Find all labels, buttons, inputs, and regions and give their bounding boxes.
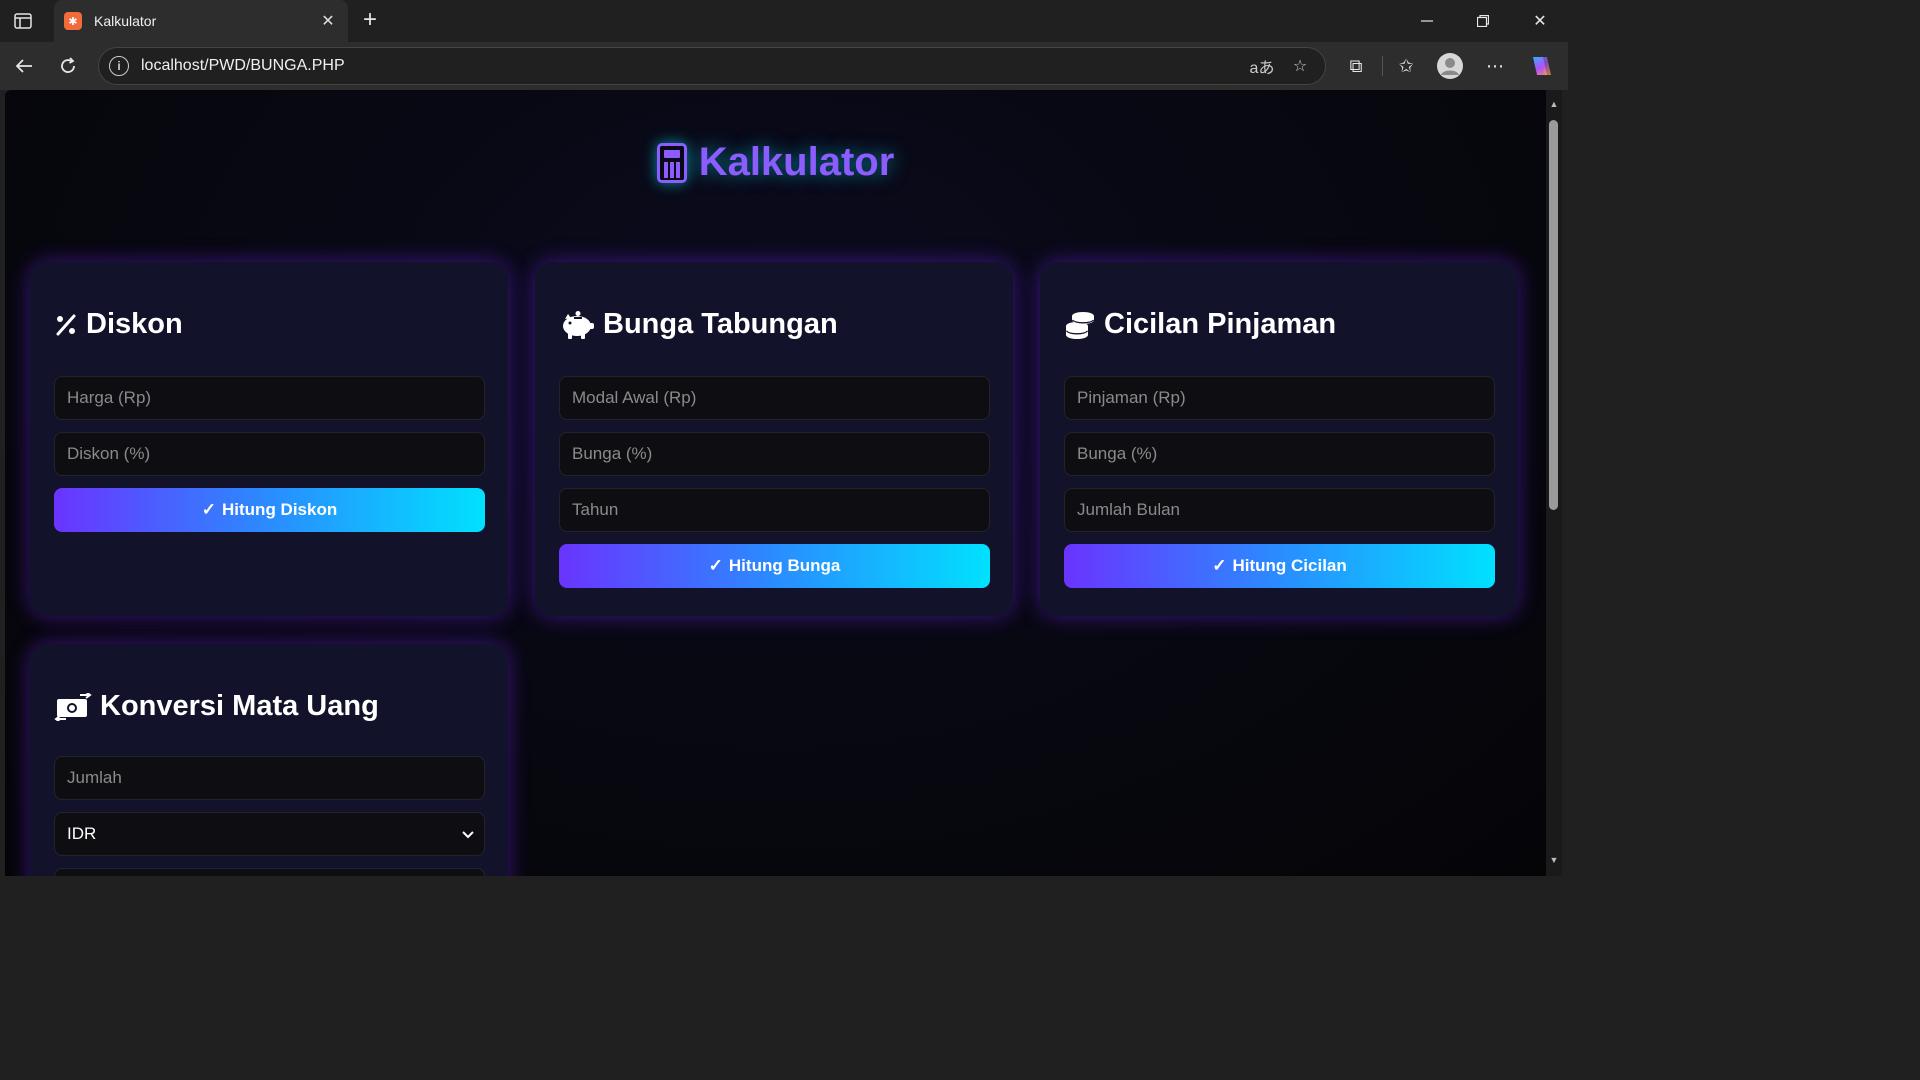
xampp-favicon-icon: ✱ — [64, 12, 82, 30]
piggy-bank-icon — [559, 310, 595, 339]
bunga-pinjaman-input[interactable]: Bunga (%) — [1064, 432, 1495, 476]
extensions-icon[interactable]: ⧉ — [1342, 52, 1370, 80]
tab-bar: ✱ Kalkulator ✕ + ✕ — [0, 0, 1568, 42]
minimize-icon[interactable] — [1403, 0, 1451, 42]
url-text[interactable]: localhost/PWD/BUNGA.PHP — [141, 57, 1249, 75]
pinjaman-input[interactable]: Pinjaman (Rp) — [1064, 376, 1495, 420]
card-diskon-title: Diskon — [54, 308, 183, 341]
card-cicilan-title: Cicilan Pinjaman — [1064, 308, 1336, 341]
favorites-icon[interactable]: ✩ — [1392, 52, 1420, 80]
card-bunga-tabungan: Bunga Tabungan Modal Awal (Rp) Bunga (%)… — [535, 262, 1013, 616]
scroll-thumb[interactable] — [1549, 120, 1558, 510]
money-exchange-icon — [54, 692, 92, 721]
restore-icon[interactable] — [1459, 0, 1507, 42]
check-icon: ✓ — [1212, 556, 1227, 575]
translate-icon[interactable]: aあ — [1249, 53, 1275, 79]
jumlah-bulan-input[interactable]: Jumlah Bulan — [1064, 488, 1495, 532]
card-diskon: Diskon Harga (Rp) Diskon (%) ✓ Hitung Di… — [30, 262, 508, 616]
page-scrollbar[interactable]: ▲ ▼ — [1546, 90, 1562, 876]
toolbar-divider — [1382, 56, 1383, 76]
harga-input[interactable]: Harga (Rp) — [54, 376, 485, 420]
reload-icon[interactable] — [54, 52, 82, 80]
tahun-input[interactable]: Tahun — [559, 488, 990, 532]
percent-icon — [54, 313, 78, 337]
hitung-bunga-button[interactable]: ✓ Hitung Bunga — [559, 544, 990, 588]
sidebar-toggle-icon[interactable] — [12, 10, 34, 32]
browser-toolbar: i localhost/PWD/BUNGA.PHP aあ ☆ ⧉ ✩ ⋯ — [0, 42, 1568, 90]
address-bar[interactable]: i localhost/PWD/BUNGA.PHP aあ ☆ — [98, 47, 1326, 85]
card-konversi-mata-uang: Konversi Mata Uang Jumlah IDR — [30, 644, 508, 876]
back-arrow-icon[interactable] — [10, 52, 38, 80]
chevron-down-icon — [462, 826, 474, 842]
page-title-text: Kalkulator — [698, 140, 895, 184]
card-konversi-title: Konversi Mata Uang — [54, 690, 379, 723]
scroll-down-icon[interactable]: ▼ — [1548, 854, 1560, 866]
check-icon: ✓ — [708, 556, 723, 575]
bunga-input[interactable]: Bunga (%) — [559, 432, 990, 476]
favorite-star-icon[interactable]: ☆ — [1287, 53, 1313, 79]
scroll-up-icon[interactable]: ▲ — [1548, 98, 1560, 110]
calculator-icon — [656, 142, 687, 183]
modal-awal-input[interactable]: Modal Awal (Rp) — [559, 376, 990, 420]
copilot-icon[interactable] — [1526, 52, 1554, 80]
page-title: Kalkulator — [5, 140, 1546, 185]
check-icon: ✓ — [201, 500, 217, 519]
card-bunga-title: Bunga Tabungan — [559, 308, 838, 341]
currency-select[interactable]: IDR — [54, 812, 485, 856]
hitung-diskon-button[interactable]: ✓ Hitung Diskon — [54, 488, 485, 532]
card-cicilan-pinjaman: Cicilan Pinjaman Pinjaman (Rp) Bunga (%)… — [1040, 262, 1518, 616]
hitung-cicilan-button[interactable]: ✓ Hitung Cicilan — [1064, 544, 1495, 588]
page-viewport: Kalkulator Diskon Harga (Rp) Diskon (%) … — [5, 90, 1546, 876]
close-window-icon[interactable]: ✕ — [1516, 0, 1564, 42]
tab-title: Kalkulator — [94, 13, 157, 29]
tab-close-icon[interactable]: ✕ — [314, 7, 342, 35]
more-menu-icon[interactable]: ⋯ — [1481, 52, 1509, 80]
browser-tab[interactable]: ✱ Kalkulator ✕ — [54, 0, 348, 42]
profile-avatar-icon[interactable] — [1436, 52, 1464, 80]
coins-icon — [1064, 310, 1096, 340]
new-tab-button[interactable]: + — [356, 6, 384, 34]
currency-select-value: IDR — [67, 824, 97, 843]
window-bottom-edge — [0, 876, 1568, 882]
jumlah-input[interactable]: Jumlah — [54, 756, 485, 800]
currency-select-partial[interactable] — [54, 868, 485, 876]
diskon-input[interactable]: Diskon (%) — [54, 432, 485, 476]
site-info-icon[interactable]: i — [109, 56, 129, 76]
